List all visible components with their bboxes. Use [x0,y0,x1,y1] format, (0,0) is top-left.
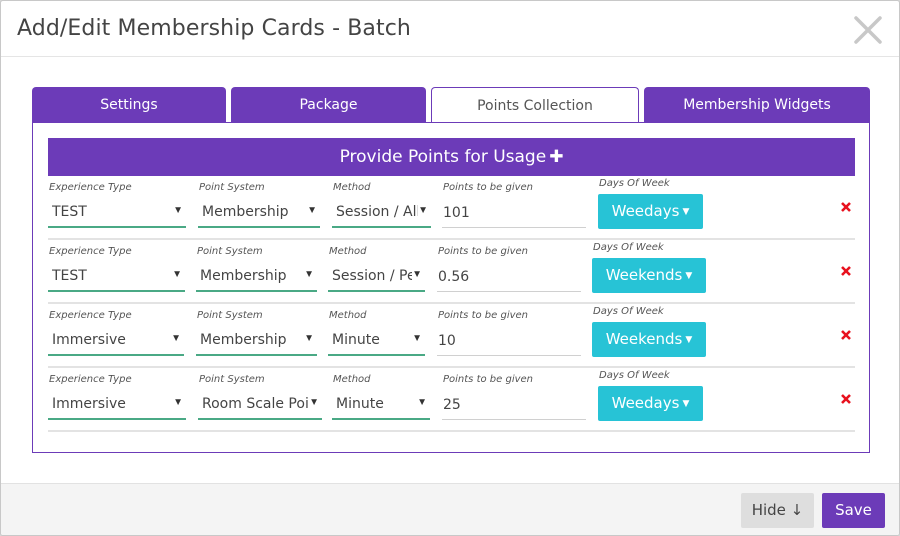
points-row: Experience Type TEST ▼ Point System Memb… [48,240,855,304]
caret-down-icon: ▼ [304,333,314,344]
plus-icon: ✚ [549,147,564,167]
experience-type-label: Experience Type [49,246,132,257]
caret-down-icon: ▼ [417,397,427,408]
points-collection-panel: Provide Points for Usage ✚ Experience Typ… [32,122,870,453]
method-select[interactable]: Minute ▼ [332,390,430,420]
experience-type-value: Immersive [52,396,126,412]
caret-down-icon: ▼ [682,207,690,217]
experience-type-label: Experience Type [49,182,132,193]
caret-down-icon: ▼ [418,205,428,216]
days-of-week-dropdown[interactable]: Weedays ▼ [598,386,703,421]
method-label: Method [333,182,371,193]
method-value: Session / All [336,204,418,220]
caret-down-icon: ▼ [171,333,181,344]
caret-down-icon: ▼ [412,333,422,344]
days-label: Days Of Week [599,370,670,381]
method-select[interactable]: Minute ▼ [328,326,425,356]
points-input[interactable] [437,262,581,292]
save-button[interactable]: Save [822,493,885,528]
caret-down-icon: ▼ [173,397,183,408]
point-system-label: Point System [199,374,265,385]
caret-down-icon: ▼ [685,271,693,281]
caret-down-icon: ▼ [685,335,693,345]
experience-type-select[interactable]: TEST ▼ [48,262,185,292]
method-label: Method [333,374,371,385]
method-label: Method [329,246,367,257]
experience-type-select[interactable]: Immersive ▼ [48,326,184,356]
delete-x-icon[interactable] [839,392,853,406]
modal-header: Add/Edit Membership Cards - Batch [1,1,899,57]
caret-down-icon: ▼ [412,269,422,280]
days-of-week-dropdown[interactable]: Weedays ▼ [598,194,703,229]
caret-down-icon: ▼ [307,205,317,216]
points-row: Experience Type TEST ▼ Point System Memb… [48,176,855,240]
method-value: Minute [332,332,380,348]
points-input[interactable] [437,326,581,356]
point-system-label: Point System [197,246,263,257]
tab-membership-widgets[interactable]: Membership Widgets [644,87,870,123]
experience-type-label: Experience Type [49,310,132,321]
days-of-week-dropdown[interactable]: Weekends ▼ [592,322,706,357]
point-system-value: Membership [200,268,287,284]
delete-x-icon[interactable] [839,200,853,214]
days-value: Weekends [605,330,683,348]
experience-type-value: Immersive [52,332,126,348]
points-label: Points to be given [438,310,529,321]
days-label: Days Of Week [593,306,664,317]
experience-type-value: TEST [52,268,87,284]
experience-type-value: TEST [52,204,87,220]
modal-dialog: Add/Edit Membership Cards - Batch Settin… [0,0,900,536]
caret-down-icon: ▼ [304,269,314,280]
days-value: Weedays [611,394,680,412]
point-system-select[interactable]: Membership ▼ [196,262,317,292]
points-label: Points to be given [443,374,534,385]
method-select[interactable]: Session / Pe ▼ [328,262,425,292]
tab-bar: Settings Package Points Collection Membe… [32,87,870,123]
points-row: Experience Type Immersive ▼ Point System… [48,304,855,368]
add-points-row-button[interactable]: Provide Points for Usage ✚ [48,138,855,176]
experience-type-select[interactable]: Immersive ▼ [48,390,186,420]
experience-type-select[interactable]: TEST ▼ [48,198,186,228]
tab-points-collection[interactable]: Points Collection [431,87,639,123]
hide-button[interactable]: Hide ↓ [741,493,814,528]
point-system-value: Membership [202,204,289,220]
method-label: Method [329,310,367,321]
modal-title: Add/Edit Membership Cards - Batch [17,16,411,41]
caret-down-icon: ▼ [309,397,319,408]
tab-settings[interactable]: Settings [32,87,226,123]
point-system-select[interactable]: Membership ▼ [198,198,320,228]
caret-down-icon: ▼ [172,269,182,280]
caret-down-icon: ▼ [682,399,690,409]
method-value: Session / Pe [332,268,412,284]
point-system-select[interactable]: Room Scale Poi ▼ [198,390,322,420]
point-system-value: Membership [200,332,287,348]
experience-type-label: Experience Type [49,374,132,385]
days-value: Weekends [605,266,683,284]
section-title: Provide Points for Usage [339,147,547,167]
points-label: Points to be given [438,246,529,257]
points-row: Experience Type Immersive ▼ Point System… [48,368,855,432]
points-input[interactable] [442,198,586,228]
modal-footer: Hide ↓ Save [1,483,899,535]
close-icon [854,16,882,44]
points-input[interactable] [442,390,586,420]
delete-x-icon[interactable] [839,328,853,342]
days-label: Days Of Week [599,178,670,189]
close-button[interactable] [851,13,885,47]
caret-down-icon: ▼ [173,205,183,216]
days-value: Weedays [611,202,680,220]
tab-package[interactable]: Package [231,87,426,123]
method-value: Minute [336,396,384,412]
days-of-week-dropdown[interactable]: Weekends ▼ [592,258,706,293]
points-label: Points to be given [443,182,534,193]
point-system-select[interactable]: Membership ▼ [196,326,317,356]
point-system-value: Room Scale Poi [202,396,308,412]
delete-x-icon[interactable] [839,264,853,278]
point-system-label: Point System [197,310,263,321]
days-label: Days Of Week [593,242,664,253]
method-select[interactable]: Session / All ▼ [332,198,431,228]
point-system-label: Point System [199,182,265,193]
